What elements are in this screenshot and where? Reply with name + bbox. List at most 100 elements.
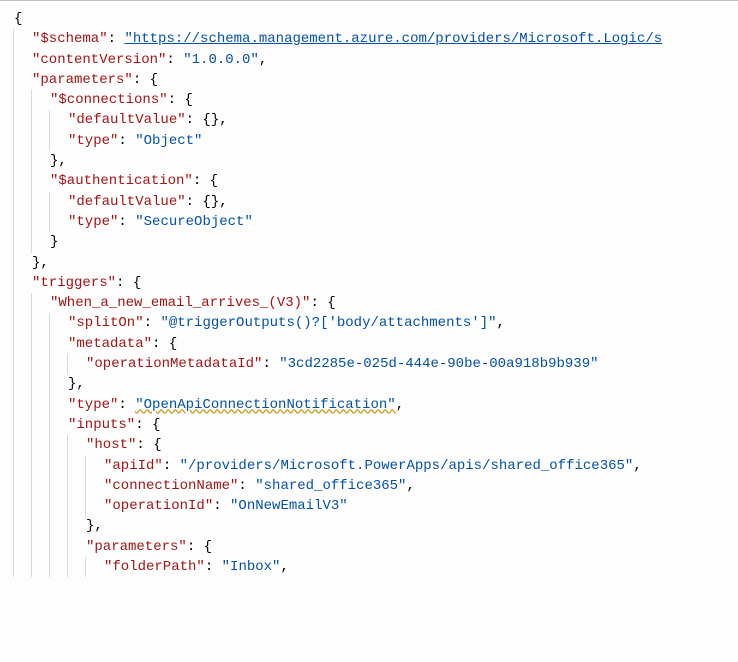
code-content: "triggers": { [30, 273, 141, 293]
token: "SecureObject" [135, 214, 253, 230]
token: "When_a_new_email_arrives_(V3)" [50, 295, 310, 311]
token: "defaultValue" [68, 194, 186, 210]
token: : { [133, 72, 158, 88]
token: : [238, 478, 255, 494]
token: : { [136, 437, 161, 453]
token: : { [168, 92, 193, 108]
indent-guides [12, 29, 30, 49]
token: "type" [68, 214, 118, 230]
code-content: "type": "Object" [66, 131, 202, 151]
json-code-view: { "$schema": "https://schema.management.a… [12, 9, 726, 577]
indent-guides [12, 50, 30, 70]
code-line: "triggers": { [12, 273, 726, 293]
indent-guides [12, 110, 66, 130]
code-content: "type": "OpenApiConnectionNotification", [66, 395, 404, 415]
token: , [280, 559, 288, 575]
token: "@triggerOutputs()?['body/attachments']" [160, 315, 496, 331]
token: "triggers" [32, 275, 116, 291]
indent-guides [12, 151, 48, 171]
indent-guides [12, 253, 30, 273]
code-line: "$schema": "https://schema.management.az… [12, 29, 726, 49]
code-line: "contentVersion": "1.0.0.0", [12, 50, 726, 70]
token: : { [135, 417, 160, 433]
token: "/providers/Microsoft.PowerApps/apis/sha… [180, 458, 634, 474]
token: : [262, 356, 279, 372]
code-line: "connectionName": "shared_office365", [12, 476, 726, 496]
token: "folderPath" [104, 559, 205, 575]
code-content: "parameters": { [84, 537, 212, 557]
code-content: "$schema": "https://schema.management.az… [30, 29, 662, 49]
token: }, [50, 153, 67, 169]
indent-guides [12, 435, 84, 455]
token: "splitOn" [68, 315, 144, 331]
code-line: "host": { [12, 435, 726, 455]
indent-guides [12, 496, 102, 516]
code-line: "$authentication": { [12, 171, 726, 191]
token: : { [187, 539, 212, 555]
code-line: } [12, 232, 726, 252]
token: : { [310, 295, 335, 311]
token: "parameters" [86, 539, 187, 555]
code-content: "When_a_new_email_arrives_(V3)": { [48, 293, 336, 313]
code-line: "parameters": { [12, 537, 726, 557]
code-content: "connectionName": "shared_office365", [102, 476, 415, 496]
code-content: "folderPath": "Inbox", [102, 557, 289, 577]
indent-guides [12, 537, 84, 557]
token: , [497, 315, 505, 331]
code-content: { [12, 9, 22, 29]
token: "$schema" [32, 31, 108, 47]
code-line: "splitOn": "@triggerOutputs()?['body/att… [12, 313, 726, 333]
code-content: "operationMetadataId": "3cd2285e-025d-44… [84, 354, 599, 374]
token: }, [86, 518, 103, 534]
code-content: }, [30, 253, 49, 273]
indent-guides [12, 476, 102, 496]
token: : { [193, 173, 218, 189]
indent-guides [12, 70, 30, 90]
code-line: "inputs": { [12, 415, 726, 435]
token: : {}, [186, 112, 228, 128]
code-line: "operationId": "OnNewEmailV3" [12, 496, 726, 516]
token: "OpenApiConnectionNotification" [135, 397, 395, 413]
code-line: }, [12, 374, 726, 394]
token: : {}, [186, 194, 228, 210]
token: : { [116, 275, 141, 291]
token: : [118, 133, 135, 149]
token: : { [152, 336, 177, 352]
token: "host" [86, 437, 136, 453]
token: "operationId" [104, 498, 213, 514]
token: "$connections" [50, 92, 168, 108]
code-content: }, [48, 151, 67, 171]
token: : [108, 31, 125, 47]
token: : [213, 498, 230, 514]
token: }, [32, 255, 49, 271]
indent-guides [12, 212, 66, 232]
indent-guides [12, 516, 84, 536]
token: : [144, 315, 161, 331]
indent-guides [12, 456, 102, 476]
token: "apiId" [104, 458, 163, 474]
token: , [406, 478, 414, 494]
code-content: "host": { [84, 435, 162, 455]
code-content: }, [66, 374, 85, 394]
token: : [166, 52, 183, 68]
token: "inputs" [68, 417, 135, 433]
code-line: "defaultValue": {}, [12, 110, 726, 130]
code-line: "$connections": { [12, 90, 726, 110]
code-line: "metadata": { [12, 334, 726, 354]
indent-guides [12, 131, 66, 151]
indent-guides [12, 374, 66, 394]
indent-guides [12, 90, 48, 110]
code-content: "$connections": { [48, 90, 193, 110]
token: } [50, 234, 58, 250]
token: "contentVersion" [32, 52, 166, 68]
token: "Object" [135, 133, 202, 149]
code-content: "defaultValue": {}, [66, 110, 228, 130]
token: : [118, 397, 135, 413]
code-line: }, [12, 253, 726, 273]
token: "OnNewEmailV3" [230, 498, 348, 514]
indent-guides [12, 334, 66, 354]
token: "connectionName" [104, 478, 238, 494]
code-line: }, [12, 151, 726, 171]
code-content: "operationId": "OnNewEmailV3" [102, 496, 348, 516]
token: "3cd2285e-025d-444e-90be-00a918b9b939" [279, 356, 598, 372]
